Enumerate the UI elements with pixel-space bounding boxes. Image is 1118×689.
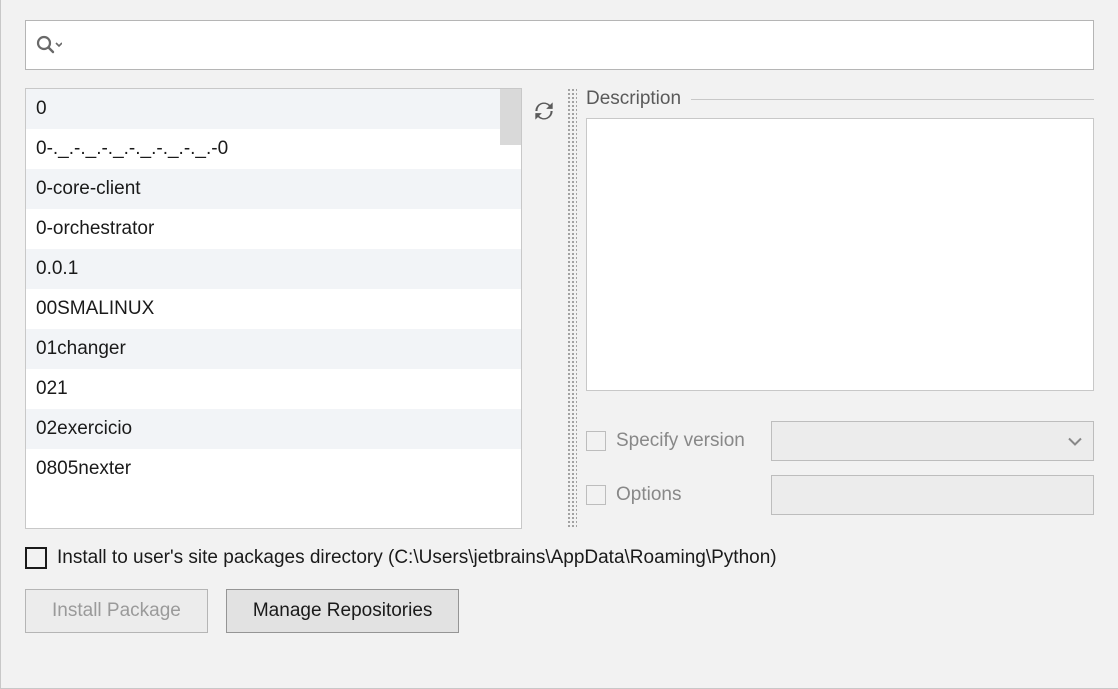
list-item[interactable]: 01changer bbox=[26, 329, 521, 369]
search-box[interactable] bbox=[25, 20, 1094, 70]
list-item[interactable]: 021 bbox=[26, 369, 521, 409]
list-item[interactable]: 02exercicio bbox=[26, 409, 521, 449]
list-item[interactable]: 0-core-client bbox=[26, 169, 521, 209]
chevron-down-icon bbox=[1067, 431, 1083, 452]
divider bbox=[691, 99, 1094, 100]
splitter-handle[interactable] bbox=[567, 88, 577, 529]
user-site-label: Install to user's site packages director… bbox=[57, 547, 777, 569]
refresh-icon[interactable] bbox=[531, 98, 557, 129]
available-packages-panel: 0 0-._.-._.-._.-._.-._.-._.-0 0-core-cli… bbox=[0, 0, 1118, 689]
description-header: Description bbox=[586, 88, 1094, 110]
list-item[interactable]: 00SMALINUX bbox=[26, 289, 521, 329]
user-site-checkbox[interactable] bbox=[25, 547, 47, 569]
list-item[interactable]: 0 bbox=[26, 89, 521, 129]
options-label: Options bbox=[616, 484, 771, 506]
options-input[interactable] bbox=[771, 475, 1094, 515]
list-item[interactable]: 0805nexter bbox=[26, 449, 521, 489]
list-item[interactable]: 0-orchestrator bbox=[26, 209, 521, 249]
manage-repositories-button[interactable]: Manage Repositories bbox=[226, 589, 460, 633]
list-item[interactable]: 0.0.1 bbox=[26, 249, 521, 289]
specify-version-label: Specify version bbox=[616, 430, 771, 452]
search-input[interactable] bbox=[68, 34, 1083, 57]
description-label: Description bbox=[586, 88, 681, 110]
scrollbar-thumb[interactable] bbox=[500, 89, 521, 145]
package-list[interactable]: 0 0-._.-._.-._.-._.-._.-._.-0 0-core-cli… bbox=[25, 88, 522, 529]
install-package-button[interactable]: Install Package bbox=[25, 589, 208, 633]
options-checkbox[interactable] bbox=[586, 485, 606, 505]
version-dropdown[interactable] bbox=[771, 421, 1094, 461]
search-icon bbox=[36, 35, 62, 55]
specify-version-checkbox[interactable] bbox=[586, 431, 606, 451]
description-text-area bbox=[586, 118, 1094, 391]
list-item[interactable]: 0-._.-._.-._.-._.-._.-._.-0 bbox=[26, 129, 521, 169]
